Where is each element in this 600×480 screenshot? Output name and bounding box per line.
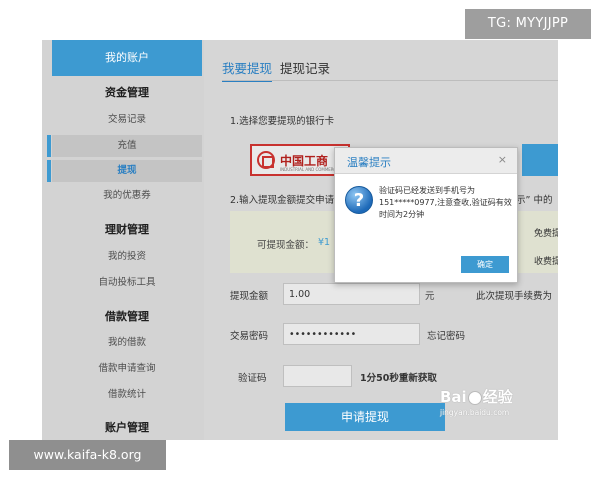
baidu-watermark: Bai 经验 jingyan.baidu.com (440, 386, 560, 426)
tab-withdraw-records[interactable]: 提现记录 (280, 58, 330, 80)
sidebar-section-loans: 借款管理 (105, 310, 149, 323)
sidebar-item-loan-applications[interactable]: 借款申请查询 (52, 358, 202, 380)
dialog-title-bar: 温馨提示 × (335, 148, 517, 174)
tab-divider (222, 80, 558, 81)
sidebar-section-funds: 资金管理 (105, 86, 149, 99)
amount-unit: 元 (425, 291, 435, 302)
notice-dialog: 温馨提示 × ? 验证码已经发送到手机号为151*****0977,注意查收,验… (334, 147, 518, 283)
sidebar-item-my-loans[interactable]: 我的借款 (52, 332, 202, 354)
available-balance-label: 可提现金额： (257, 240, 315, 251)
step-1-text: 1.选择您要提现的银行卡 (230, 116, 335, 127)
amount-label: 提现金额 (230, 291, 269, 302)
sidebar-item-recharge[interactable]: 充值 (47, 135, 202, 157)
close-icon[interactable]: × (498, 153, 507, 166)
site-watermark: www.kaifa-k8.org (9, 440, 166, 470)
sidebar-section-investment: 理财管理 (105, 223, 149, 236)
baidu-logo: Bai 经验 (440, 386, 513, 407)
tab-bar: 我要提现 提现记录 (222, 58, 334, 82)
baidu-logo-suffix: 经验 (482, 388, 513, 406)
sidebar-item-auto-bid[interactable]: 自动投标工具 (52, 272, 202, 294)
code-input[interactable] (283, 365, 352, 387)
sidebar-item-transactions[interactable]: 交易记录 (52, 109, 202, 131)
paw-icon (467, 390, 482, 405)
password-label: 交易密码 (230, 331, 269, 342)
free-withdraw-text: 免费提 (534, 229, 558, 239)
password-input[interactable] (283, 323, 420, 345)
step-2-text: 2.输入提现金额提交申请 (230, 195, 335, 206)
code-label: 验证码 (238, 373, 267, 384)
available-balance-value: ¥1 (318, 237, 331, 248)
submit-withdraw-button[interactable]: 申请提现 (285, 403, 445, 431)
sidebar-item-withdraw[interactable]: 提现 (47, 160, 202, 182)
tg-watermark: TG: MYYJJPP (465, 9, 591, 39)
fee-text: 此次提现手续费为 (476, 291, 553, 302)
sidebar: 我的账户 资金管理 交易记录 充值 提现 我的优惠券 理财管理 我的投资 自动投… (42, 40, 204, 440)
resend-countdown: 1分50秒重新获取 (360, 373, 437, 384)
dialog-message: 验证码已经发送到手机号为151*****0977,注意查收,验证码有效时间为2分… (379, 186, 512, 219)
forgot-password-link[interactable]: 忘记密码 (427, 328, 465, 342)
sidebar-item-my-investments[interactable]: 我的投资 (52, 246, 202, 268)
paid-withdraw-text: 收费提 (534, 257, 558, 267)
step-2-tail-text: 示” 中的 (516, 195, 553, 206)
tab-withdraw[interactable]: 我要提现 (222, 58, 273, 82)
baidu-url: jingyan.baidu.com (440, 408, 510, 417)
dialog-title: 温馨提示 (347, 156, 391, 169)
baidu-logo-text: Bai (440, 388, 467, 406)
page: 我的账户 资金管理 交易记录 充值 提现 我的优惠券 理财管理 我的投资 自动投… (0, 0, 600, 480)
icbc-logo-icon (257, 151, 275, 169)
sidebar-item-coupons[interactable]: 我的优惠券 (52, 185, 202, 207)
sidebar-header[interactable]: 我的账户 (52, 40, 202, 76)
sidebar-section-account: 账户管理 (105, 421, 149, 434)
dialog-ok-button[interactable]: 确定 (461, 256, 509, 273)
sidebar-item-loan-stats[interactable]: 借款统计 (52, 384, 202, 406)
screenshot-area: 我的账户 资金管理 交易记录 充值 提现 我的优惠券 理财管理 我的投资 自动投… (42, 40, 558, 440)
amount-input[interactable] (283, 283, 420, 305)
question-icon: ? (345, 186, 373, 214)
bank-card-selected-bar (522, 144, 558, 176)
